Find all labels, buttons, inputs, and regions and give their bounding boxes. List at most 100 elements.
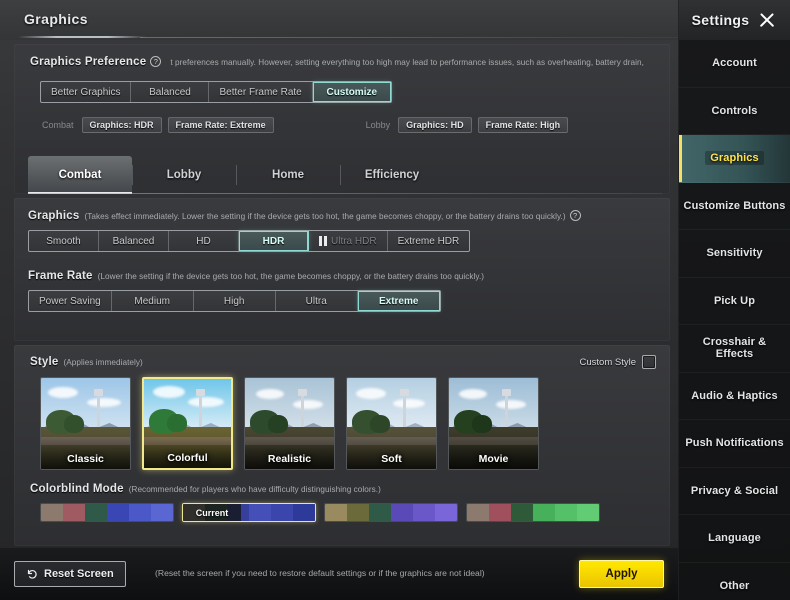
- frame-rate-description: (Lower the setting if the device gets to…: [97, 272, 485, 281]
- colorblind-card-1[interactable]: [40, 503, 174, 522]
- settings-sidebar: Settings Account Controls Graphics Custo…: [678, 0, 790, 600]
- sidebar-item-label: Crosshair & Effects: [702, 336, 767, 361]
- summary-combat-graphics-chip: Graphics: HDR: [81, 117, 162, 133]
- style-card-realistic[interactable]: Realistic: [244, 377, 335, 470]
- tab-lobby[interactable]: Lobby: [132, 156, 236, 194]
- graphics-preference-panel: Graphics Preference ? t preferences manu…: [14, 44, 670, 194]
- close-icon[interactable]: [757, 10, 777, 30]
- sidebar-item-label: Language: [708, 532, 761, 545]
- sidebar-item-customize-buttons[interactable]: Customize Buttons: [679, 183, 790, 230]
- frame-rate-option-medium[interactable]: Medium: [112, 291, 194, 311]
- frame-rate-option-extreme[interactable]: Extreme: [357, 291, 440, 311]
- graphics-preference-options: Better Graphics Balanced Better Frame Ra…: [40, 74, 392, 103]
- tabs-divider: [28, 193, 662, 194]
- thumb-tower: [195, 389, 205, 429]
- frame-rate-option-power-saving[interactable]: Power Saving: [29, 291, 112, 311]
- colorblind-card-2[interactable]: Current: [182, 503, 316, 522]
- thumb-cloud: [355, 388, 386, 399]
- colorblind-title: Colorblind Mode: [30, 483, 124, 495]
- graphics-quality-title: Graphics: [28, 210, 80, 222]
- preference-option-better-frame-rate[interactable]: Better Frame Rate: [209, 82, 313, 102]
- style-card-soft[interactable]: Soft: [346, 377, 437, 470]
- sidebar-item-account[interactable]: Account: [679, 40, 790, 88]
- graphics-option-hd[interactable]: HD: [169, 231, 239, 251]
- colorblind-options: Current: [40, 503, 600, 522]
- sidebar-item-pick-up[interactable]: Pick Up: [679, 278, 790, 325]
- sidebar-item-other[interactable]: Other: [679, 563, 790, 600]
- graphics-preference-description: t preferences manually. However, setting…: [170, 58, 644, 67]
- colorblind-card-3[interactable]: [324, 503, 458, 522]
- graphics-option-extreme-hdr[interactable]: Extreme HDR: [388, 231, 470, 251]
- scenario-tabs: Combat Lobby Home Efficiency: [28, 156, 662, 194]
- summary-lobby-graphics-chip: Graphics: HD: [398, 117, 472, 133]
- reset-screen-label: Reset Screen: [44, 568, 114, 580]
- reset-screen-button[interactable]: Reset Screen: [14, 561, 126, 587]
- thumb-tower: [502, 388, 512, 429]
- graphics-option-hdr[interactable]: HDR: [239, 231, 309, 251]
- sidebar-item-label: Customize Buttons: [683, 199, 786, 212]
- sidebar-item-language[interactable]: Language: [679, 515, 790, 563]
- graphics-quality-heading: Graphics (Takes effect immediately. Lowe…: [28, 210, 658, 222]
- style-heading-row: Style (Applies immediately) Custom Style: [30, 355, 656, 369]
- settings-sidebar-list: Account Controls Graphics Customize Butt…: [679, 40, 790, 600]
- summary-group-lobby-label: Lobby: [365, 120, 391, 130]
- page-header: Graphics: [0, 0, 678, 40]
- sidebar-item-label: Sensitivity: [706, 247, 763, 260]
- thumb-tower: [298, 388, 308, 429]
- sidebar-item-crosshair-effects[interactable]: Crosshair & Effects: [679, 325, 790, 373]
- tab-efficiency[interactable]: Efficiency: [340, 156, 444, 194]
- frame-rate-option-ultra[interactable]: Ultra: [276, 291, 358, 311]
- apply-button[interactable]: Apply: [579, 560, 664, 588]
- preference-option-better-graphics[interactable]: Better Graphics: [41, 82, 132, 102]
- custom-style-toggle[interactable]: Custom Style: [580, 355, 656, 369]
- frame-rate-segment-bar: Power Saving Medium High Ultra Extreme: [28, 290, 441, 312]
- colorblind-description: (Recommended for players who have diffic…: [128, 485, 381, 494]
- sidebar-item-label: Account: [712, 57, 757, 70]
- thumb-tree: [472, 414, 493, 433]
- locked-bars-icon: [319, 236, 327, 246]
- sidebar-item-push-notifications[interactable]: Push Notifications: [679, 420, 790, 468]
- summary-lobby-framerate-chip: Frame Rate: High: [477, 117, 569, 133]
- graphics-option-ultra-hdr[interactable]: Ultra HDR: [309, 231, 388, 251]
- preference-segment-bar: Better Graphics Balanced Better Frame Ra…: [40, 81, 392, 103]
- thumb-cloud: [255, 388, 284, 399]
- style-card-movie[interactable]: Movie: [448, 377, 539, 470]
- preference-summary: Combat Graphics: HDR Frame Rate: Extreme…: [40, 117, 569, 133]
- preference-option-customize[interactable]: Customize: [312, 82, 391, 102]
- graphics-quality-section: Graphics (Takes effect immediately. Lowe…: [28, 210, 658, 252]
- frame-rate-title: Frame Rate: [28, 270, 93, 282]
- sidebar-item-label: Graphics: [705, 151, 764, 166]
- question-mark-icon[interactable]: ?: [150, 56, 162, 67]
- sidebar-item-label: Controls: [711, 104, 758, 117]
- custom-style-checkbox[interactable]: [642, 355, 656, 369]
- sidebar-item-label: Pick Up: [713, 294, 756, 307]
- settings-title: Settings: [691, 12, 750, 28]
- thumb-tower: [400, 388, 410, 429]
- sidebar-item-label: Push Notifications: [685, 437, 784, 450]
- colorblind-card-4[interactable]: [466, 503, 600, 522]
- frame-rate-option-high[interactable]: High: [194, 291, 276, 311]
- style-description: (Applies immediately): [63, 358, 143, 367]
- summary-combat-framerate-chip: Frame Rate: Extreme: [167, 117, 274, 133]
- style-card-colorful[interactable]: Colorful: [142, 377, 233, 470]
- question-mark-icon[interactable]: ?: [569, 210, 581, 221]
- graphics-option-balanced[interactable]: Balanced: [99, 231, 169, 251]
- tab-combat[interactable]: Combat: [28, 156, 132, 194]
- frame-rate-heading: Frame Rate (Lower the setting if the dev…: [28, 270, 658, 282]
- colorblind-heading: Colorblind Mode (Recommended for players…: [30, 483, 381, 495]
- header-divider: [140, 37, 678, 38]
- graphics-quality-segment-bar: Smooth Balanced HD HDR Ultra HDR Extreme…: [28, 230, 471, 252]
- sidebar-item-sensitivity[interactable]: Sensitivity: [679, 230, 790, 278]
- undo-arrow-icon: [27, 569, 37, 579]
- style-card-classic[interactable]: Classic: [40, 377, 131, 470]
- sidebar-item-audio-haptics[interactable]: Audio & Haptics: [679, 373, 790, 420]
- graphics-option-smooth[interactable]: Smooth: [29, 231, 99, 251]
- tab-home[interactable]: Home: [236, 156, 340, 194]
- settings-sidebar-header: Settings: [679, 0, 790, 40]
- preference-option-balanced[interactable]: Balanced: [131, 82, 210, 102]
- sidebar-item-graphics[interactable]: Graphics: [679, 135, 790, 183]
- sidebar-item-privacy-social[interactable]: Privacy & Social: [679, 468, 790, 515]
- style-card-label: Soft: [381, 453, 402, 465]
- graphics-preference-title: Graphics Preference: [30, 56, 147, 68]
- sidebar-item-controls[interactable]: Controls: [679, 88, 790, 135]
